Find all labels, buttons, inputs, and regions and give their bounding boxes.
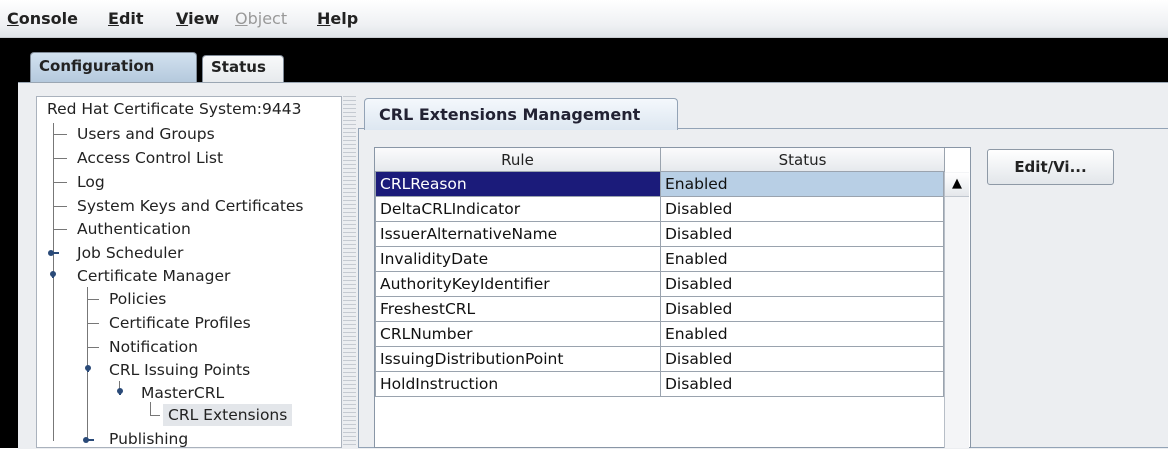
tree-guide-line (150, 402, 151, 415)
menu-view[interactable]: View (176, 9, 219, 28)
tree-connector (150, 415, 160, 416)
tree-node-crl-issuing-points[interactable]: CRL Issuing Points (109, 359, 250, 381)
tree-connector (87, 323, 99, 324)
table-row[interactable]: IssuerAlternativeName Disabled (375, 222, 944, 247)
rule-cell: AuthorityKeyIdentifier (375, 272, 661, 297)
tree-node-users-groups[interactable]: Users and Groups (77, 123, 215, 145)
table-row[interactable]: CRLReason Enabled (375, 172, 944, 197)
collapsed-key-icon[interactable] (47, 248, 59, 256)
tree-guide-line (53, 123, 54, 441)
status-cell: Disabled (661, 197, 944, 222)
expanded-key-icon[interactable] (83, 364, 95, 372)
tree-connector (53, 134, 67, 135)
tab-crl-extensions-management[interactable]: CRL Extensions Management (364, 98, 678, 130)
rule-cell: IssuerAlternativeName (375, 222, 661, 247)
tree-node-certificate-manager[interactable]: Certificate Manager (77, 265, 230, 287)
table-row[interactable]: DeltaCRLIndicator Disabled (375, 197, 944, 222)
edit-view-button[interactable]: Edit/Vi... (987, 149, 1114, 185)
rule-cell: FreshestCRL (375, 297, 661, 322)
tree-node-certificate-profiles[interactable]: Certificate Profiles (109, 312, 251, 334)
tree-node-mastercrl[interactable]: MasterCRL (141, 382, 224, 404)
expanded-key-icon[interactable] (48, 270, 60, 278)
menu-console[interactable]: Console (7, 9, 78, 28)
column-header-rule[interactable]: Rule (375, 148, 661, 172)
table-row[interactable]: CRLNumber Enabled (375, 322, 944, 347)
status-cell: Enabled (661, 247, 944, 272)
tree-connector (53, 229, 67, 230)
status-cell: Enabled (661, 172, 944, 197)
tree-node-notification[interactable]: Notification (109, 336, 198, 358)
table-vertical-scrollbar[interactable]: ▲ (944, 172, 969, 448)
table-row[interactable]: AuthorityKeyIdentifier Disabled (375, 272, 944, 297)
tree-root[interactable]: Red Hat Certificate System:9443 (47, 100, 301, 118)
table-row[interactable]: InvalidityDate Enabled (375, 247, 944, 272)
tree-node-policies[interactable]: Policies (109, 288, 166, 310)
tree-connector (53, 158, 67, 159)
table-row[interactable]: IssuingDistributionPoint Disabled (375, 347, 944, 372)
status-cell: Enabled (661, 322, 944, 347)
scroll-up-icon[interactable]: ▲ (945, 173, 969, 197)
status-cell: Disabled (661, 222, 944, 247)
status-cell: Disabled (661, 272, 944, 297)
rule-cell: InvalidityDate (375, 247, 661, 272)
rule-cell: DeltaCRLIndicator (375, 197, 661, 222)
menu-edit[interactable]: Edit (108, 9, 144, 28)
table-header: Rule Status (375, 148, 945, 172)
tree-node-publishing[interactable]: Publishing (109, 428, 188, 450)
split-pane-divider[interactable] (343, 96, 356, 448)
tree-node-log[interactable]: Log (77, 171, 105, 193)
tree-node-crl-extensions[interactable]: CRL Extensions (163, 404, 293, 426)
menu-help[interactable]: Help (317, 9, 358, 28)
tree-connector (87, 347, 99, 348)
rule-cell: CRLReason (375, 172, 661, 197)
tree-node-authentication[interactable]: Authentication (77, 218, 191, 240)
tree-node-access-control-list[interactable]: Access Control List (77, 147, 223, 169)
tree-node-job-scheduler[interactable]: Job Scheduler (77, 242, 183, 264)
tab-configuration[interactable]: Configuration (30, 52, 197, 82)
rule-cell: CRLNumber (375, 322, 661, 347)
status-cell: Disabled (661, 297, 944, 322)
expanded-key-icon[interactable] (115, 387, 127, 395)
tab-status[interactable]: Status (202, 55, 284, 82)
table-row[interactable]: HoldInstruction Disabled (375, 372, 944, 397)
rule-cell: IssuingDistributionPoint (375, 347, 661, 372)
status-cell: Disabled (661, 372, 944, 397)
collapsed-key-icon[interactable] (82, 435, 94, 443)
navigation-tree: Red Hat Certificate System:9443 Users an… (36, 96, 342, 448)
tree-node-system-keys[interactable]: System Keys and Certificates (77, 195, 304, 217)
menu-bar: Console Edit View Object Help (0, 0, 1168, 38)
status-cell: Disabled (661, 347, 944, 372)
rule-cell: HoldInstruction (375, 372, 661, 397)
column-header-status[interactable]: Status (661, 148, 945, 172)
menu-object: Object (235, 9, 288, 28)
tree-connector (53, 182, 67, 183)
tree-connector (87, 299, 99, 300)
table-body: CRLReason Enabled DeltaCRLIndicator Disa… (375, 172, 944, 397)
tree-connector (53, 206, 67, 207)
table-row[interactable]: FreshestCRL Disabled (375, 297, 944, 322)
